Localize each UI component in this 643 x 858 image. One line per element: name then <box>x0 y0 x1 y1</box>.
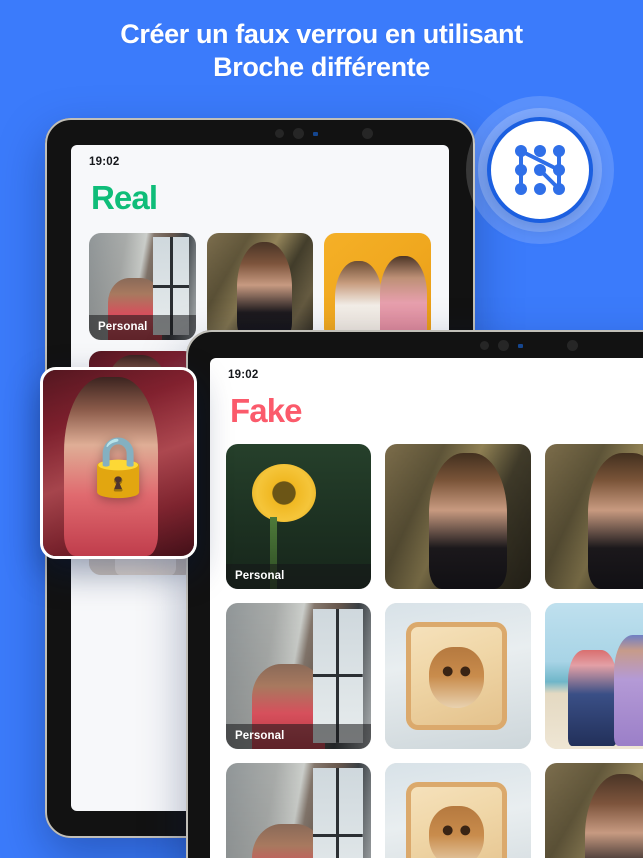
camera-lens-icon-2 <box>362 128 373 139</box>
light-sensor-icon <box>313 131 318 136</box>
thumbnail-art <box>206 233 314 340</box>
thumb-woman-red-top[interactable]: Personal <box>226 603 372 749</box>
tablet-fake-screen: 19:02 Fake Personal Personal <box>210 358 643 858</box>
thumb-two-women-yellow[interactable] <box>324 233 431 340</box>
thumb-shiba-toast-2[interactable] <box>385 762 531 858</box>
thumbnail-art <box>544 762 643 858</box>
headline-line-2: Broche différente <box>213 52 430 83</box>
camera-strip-real <box>275 128 373 139</box>
thumbnail-art <box>544 603 643 749</box>
thumb-dark-dress-portrait[interactable] <box>206 233 314 340</box>
tablet-fake: 19:02 Fake Personal Personal <box>186 330 643 858</box>
thumb-shiba-toast[interactable] <box>385 603 531 749</box>
photo-grid-fake: Personal Personal <box>210 430 643 858</box>
thumb-beach-family[interactable] <box>544 603 643 749</box>
pattern-lock-badge <box>466 96 614 244</box>
camera-strip-fake <box>480 340 578 351</box>
album-label: Personal <box>226 723 372 749</box>
camera-lens-icon-2 <box>567 340 578 351</box>
thumb-window-portrait[interactable]: Personal <box>89 233 196 340</box>
bezel-spacer <box>327 133 353 135</box>
thumb-woman-brick-wall-2[interactable] <box>544 444 643 590</box>
status-time-fake: 19:02 <box>228 369 259 381</box>
status-time-real: 19:02 <box>89 156 120 168</box>
headline-line-1: Créer un faux verrou en utilisant <box>120 19 523 49</box>
camera-lens-icon <box>498 340 509 351</box>
thumb-dark-portrait-3[interactable] <box>544 762 643 858</box>
page-title: Créer un faux verrou en utilisant Broche… <box>0 18 643 85</box>
bezel-spacer <box>532 345 558 347</box>
camera-dot-icon <box>480 341 489 350</box>
tab-title-real: Real <box>91 179 158 216</box>
light-sensor-icon <box>518 343 523 348</box>
locked-photo-card[interactable]: 🔒 <box>40 367 197 559</box>
tab-title-fake: Fake <box>230 392 303 429</box>
thumbnail-art <box>385 444 531 590</box>
thumb-woman-red-top-2[interactable] <box>226 762 372 858</box>
album-label: Personal <box>226 564 372 590</box>
thumbnail-art <box>544 444 643 590</box>
thumbnail-art <box>324 233 431 340</box>
thumb-sunflower[interactable]: Personal <box>226 444 372 590</box>
album-label: Personal <box>89 314 196 340</box>
padlock-icon: 🔒 <box>82 433 155 499</box>
thumbnail-art <box>226 762 372 858</box>
camera-dot-icon <box>275 129 284 138</box>
camera-lens-icon <box>293 128 304 139</box>
thumbnail-art <box>385 603 531 749</box>
pattern-lock-icon[interactable] <box>487 117 593 223</box>
thumb-woman-brick-wall[interactable] <box>385 444 531 590</box>
thumbnail-art <box>385 762 531 858</box>
